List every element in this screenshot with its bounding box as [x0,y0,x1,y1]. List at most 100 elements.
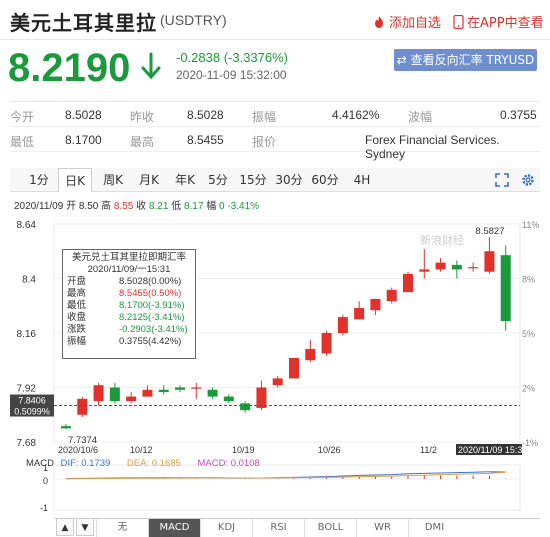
view-in-app-button[interactable]: 在APP中查看 [453,12,544,31]
indicator-tabs: 无 MACD KDJ RSI BOLL WR DMI [54,518,540,537]
candle-body [175,387,185,390]
x-tick-label: 10/19 [232,445,255,455]
page-title: 美元土耳其里拉 [10,11,157,35]
tab-monthly[interactable]: 月K [134,168,164,192]
indicator-tab-boll[interactable]: BOLL [304,519,356,537]
indicator-tab-dmi[interactable]: DMI [408,519,460,537]
gear-icon[interactable] [520,172,536,188]
indicator-tab-macd[interactable]: MACD [148,519,200,537]
tooltip-row: 振幅 0.3755(4.42%) [67,336,191,348]
add-watchlist-button[interactable]: 添加自选 [372,12,441,31]
candle-body [240,403,251,411]
stats-table: 今开 8.5028 昨收 8.5028 振幅 4.4162% 波幅 0.3755… [10,101,540,161]
max-label: 8.5827 [475,226,504,237]
candle-body [142,389,153,397]
candle-body [61,426,71,429]
tooltip-key: 最高 [67,288,87,299]
tab-5min[interactable]: 5分 [206,168,230,192]
dea-label: DEA: [126,458,150,469]
fullscreen-icon[interactable] [494,172,510,188]
tab-weekly[interactable]: 周K [98,168,128,192]
candle-body [126,396,137,402]
tab-4h[interactable]: 4H [348,168,376,192]
candle-body [207,389,218,397]
stat-label: 振幅 [252,110,277,124]
candle-body [289,357,299,379]
tab-yearly[interactable]: 年K [170,168,200,192]
dif-label: DIF: [60,458,79,469]
watermark: 新浪财经 [420,233,464,247]
x-tick-label: 2020/11/09 15:31 [458,445,527,455]
tooltip-value: 8.2125(-3.41%) [119,312,185,323]
crosshair-pct: 0.5099% [14,407,50,417]
dif-value: 0.1739 [81,458,111,469]
current-price: 8.2190 [8,46,131,90]
stat-value: 8.1700 [65,133,102,147]
tab-30min[interactable]: 30分 [274,168,304,192]
candle-body [305,348,316,361]
candle-body [370,298,381,311]
add-watchlist-label: 添加自选 [389,16,442,31]
candle-body [272,378,283,386]
candle-body [109,387,120,402]
reverse-rate-label: 查看反向汇率 TRYUSD [410,53,535,67]
stat-value: 8.5028 [65,108,102,122]
y-tick-label: 8.4 [22,275,36,286]
tooltip-value: 8.5455(0.50%) [119,288,182,299]
candle-body [158,389,169,393]
stat-value: 4.4162% [332,108,380,122]
y-tick-label: 7.68 [17,438,37,449]
candle-body [77,398,88,415]
tooltip-row: 开盘 8.5028(0.00%) [67,276,191,288]
indicator-tab-none[interactable]: 无 [96,519,148,537]
macd-y-tick: -1 [40,503,48,513]
quote-time: 2020-11-09 15:32:00 [176,68,287,82]
candle-body [321,333,332,354]
tooltip-value: 8.5028(0.00%) [119,276,182,287]
stat-label: 今开 [10,110,35,124]
period-tabs: 1分 日K 周K 月K 年K 5分 15分 30分 60分 4H [10,168,540,192]
macd-label: MACD: [197,458,229,469]
candle-body [354,308,365,320]
candle-body [223,396,234,402]
candle-body [337,317,348,333]
stat-label: 昨收 [130,110,155,124]
tooltip-key: 收盘 [67,312,87,323]
x-tick-label: 10/26 [318,445,341,455]
stats-row: 最低 8.1700 最高 8.5455 报价 Forex Financial S… [10,127,540,161]
symbol-code: (USDTRY) [160,12,227,28]
tab-60min[interactable]: 60分 [310,168,340,192]
candle-body [93,385,104,402]
indicator-tab-wr[interactable]: WR [356,519,408,537]
indicator-tab-rsi[interactable]: RSI [252,519,304,537]
candle-body [256,387,267,408]
candle-body [386,289,397,302]
pct-tick-label: 11% [522,220,539,230]
candle-body [484,251,495,272]
tab-daily[interactable]: 日K [58,168,92,192]
macd-title: MACD [26,458,54,469]
stats-row: 今开 8.5028 昨收 8.5028 振幅 4.4162% 波幅 0.3755 [10,102,540,127]
candle-body [191,387,202,389]
tooltip-value: 8.1700(-3.91%) [119,300,185,311]
tab-15min[interactable]: 15分 [238,168,268,192]
tab-1min[interactable]: 1分 [26,168,52,192]
dea-value: 0.1685 [151,458,181,469]
phone-icon [453,14,464,30]
tooltip-date: 2020/11/09/一15:31 [87,264,171,275]
fire-icon [375,16,383,28]
macd-legend: MACD DIF: 0.1739 DEA: 0.1685 MACD: 0.010… [26,458,260,469]
view-reverse-rate-button[interactable]: ⇄ 查看反向汇率 TRYUSD [394,49,537,71]
stat-label: 波幅 [408,110,433,124]
header: 美元土耳其里拉 (USDTRY) 添加自选 在APP中查看 [0,0,550,40]
pct-tick-label: 8% [522,275,535,285]
view-in-app-label: 在APP中查看 [467,16,544,31]
y-tick-label: 8.64 [17,220,37,231]
y-tick-label: 8.16 [17,329,37,340]
candle-body [500,255,511,322]
stat-label: 报价 [252,135,277,149]
tooltip-key: 振幅 [67,336,87,347]
tooltip-row: 收盘 8.2125(-3.41%) [67,312,191,324]
stat-value: 0.3755 [500,108,537,122]
indicator-tab-kdj[interactable]: KDJ [200,519,252,537]
